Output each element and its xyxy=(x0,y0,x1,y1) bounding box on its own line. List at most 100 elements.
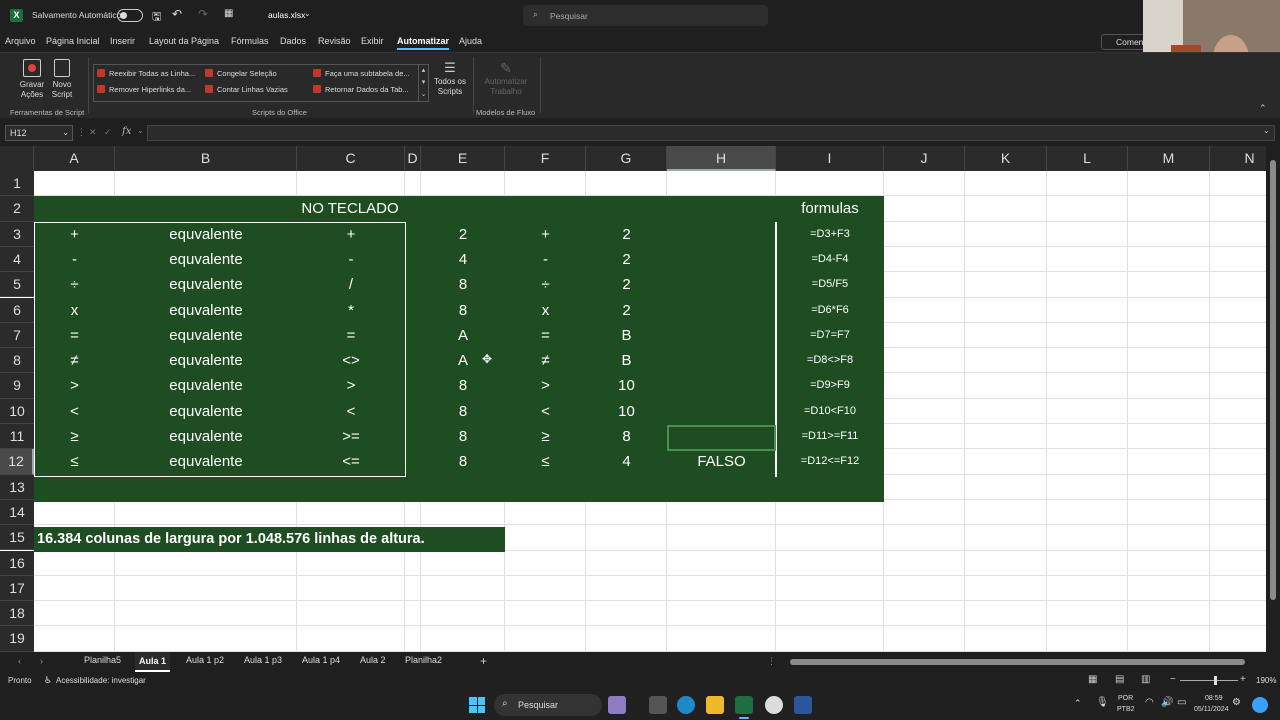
record-actions-button[interactable]: Gravar Ações xyxy=(19,59,45,100)
row-header-4[interactable]: 4 xyxy=(0,246,34,273)
cell-op2[interactable]: ≠ xyxy=(505,348,586,373)
column-header-f[interactable]: F xyxy=(505,146,586,171)
cell-right[interactable]: 2 xyxy=(586,272,667,297)
zoom-level[interactable]: 190% xyxy=(1256,676,1276,685)
cell-right[interactable]: 2 xyxy=(586,247,667,272)
script-item-1[interactable]: Congelar Seleção xyxy=(205,69,277,78)
script-item-4[interactable]: Contar Linhas Vazias xyxy=(205,85,288,94)
zoom-out-icon[interactable]: − xyxy=(1170,674,1176,685)
cell-formula[interactable]: =D12<=F12 xyxy=(776,449,884,474)
sheet-tab-aula1p2[interactable]: Aula 1 p2 xyxy=(186,655,224,665)
sheet-tab-aula2[interactable]: Aula 2 xyxy=(360,655,386,665)
file-explorer-icon[interactable] xyxy=(706,696,724,714)
add-sheet-icon[interactable]: + xyxy=(480,654,487,668)
menu-exibir[interactable]: Exibir xyxy=(361,36,384,46)
file-name[interactable]: aulas.xlsx xyxy=(268,10,305,20)
column-header-h[interactable]: H xyxy=(667,146,776,171)
script-item-3[interactable]: Remover Hiperlinks da... xyxy=(97,85,191,94)
row-header-19[interactable]: 19 xyxy=(0,626,34,652)
cell-left[interactable]: 8 xyxy=(421,272,505,297)
tab-prev-icon[interactable]: ‹ xyxy=(18,656,21,666)
row-header-17[interactable]: 17 xyxy=(0,575,34,602)
sheet-tab-planilha5[interactable]: Planilha5 xyxy=(84,655,121,665)
cell-left[interactable]: 8 xyxy=(421,399,505,424)
scroll-thumb[interactable] xyxy=(790,659,1245,665)
copilot-icon[interactable] xyxy=(1252,697,1268,713)
cell-right[interactable]: 2 xyxy=(586,298,667,323)
cell-result[interactable] xyxy=(667,298,776,323)
name-box[interactable]: H12 ⌄ xyxy=(5,125,73,141)
cell-formula[interactable]: =D4-F4 xyxy=(776,247,884,272)
cell-op2[interactable]: - xyxy=(505,247,586,272)
column-header-k[interactable]: K xyxy=(965,146,1047,171)
cell-left[interactable]: 2 xyxy=(421,222,505,247)
chrome-icon[interactable] xyxy=(765,696,783,714)
row-header-18[interactable]: 18 xyxy=(0,601,34,627)
collapse-ribbon-icon[interactable]: ⌃ xyxy=(1259,103,1267,114)
column-header-m[interactable]: M xyxy=(1128,146,1210,171)
keyboard-code[interactable]: PTB2 xyxy=(1117,706,1135,713)
excel-taskbar-icon[interactable] xyxy=(735,696,753,714)
row-header-11[interactable]: 11 xyxy=(0,424,34,450)
cell-formula[interactable]: =D6*F6 xyxy=(776,298,884,323)
clock-date[interactable]: 05/11/2024 xyxy=(1194,706,1229,713)
sheet-tab-aula1p3[interactable]: Aula 1 p3 xyxy=(244,655,282,665)
column-header-i[interactable]: I xyxy=(776,146,884,171)
row-header-9[interactable]: 9 xyxy=(0,373,34,399)
formula-input[interactable] xyxy=(147,125,1275,141)
row-header-2[interactable]: 2 xyxy=(0,196,34,222)
menu-inserir[interactable]: Inserir xyxy=(110,36,135,46)
column-header-a[interactable]: A xyxy=(34,146,115,171)
redo-icon[interactable]: ↷ xyxy=(198,7,208,21)
menu-pagina-inicial[interactable]: Página Inicial xyxy=(46,36,100,46)
cell-op2[interactable]: ≥ xyxy=(505,424,586,449)
row-header-8[interactable]: 8 xyxy=(0,348,34,374)
script-item-0[interactable]: Reexibir Todas as Linha... xyxy=(97,69,195,78)
cell-formula[interactable]: =D10<F10 xyxy=(776,399,884,424)
row-header-12[interactable]: 12 xyxy=(0,449,34,475)
save-icon[interactable]: 🖫 xyxy=(152,8,161,27)
word-icon[interactable] xyxy=(794,696,812,714)
cell-op2[interactable]: ÷ xyxy=(505,272,586,297)
cell-right[interactable]: 2 xyxy=(586,222,667,247)
column-header-b[interactable]: B xyxy=(115,146,297,171)
cell-op2[interactable]: > xyxy=(505,373,586,398)
page-layout-icon[interactable]: ▤ xyxy=(1115,674,1124,685)
cell-left[interactable]: 8 xyxy=(421,298,505,323)
row-header-7[interactable]: 7 xyxy=(0,322,34,349)
zoom-slider[interactable] xyxy=(1180,676,1238,685)
tray-chevron-icon[interactable]: ⌃ xyxy=(1074,698,1082,709)
cell-left[interactable]: 4 xyxy=(421,247,505,272)
zoom-in-icon[interactable]: + xyxy=(1240,674,1246,685)
cell-result[interactable]: FALSO xyxy=(667,449,776,474)
cell-right[interactable]: 4 xyxy=(586,449,667,474)
sheet-tab-aula1[interactable]: Aula 1 xyxy=(135,652,171,672)
column-header-e[interactable]: E xyxy=(421,146,505,171)
row-header-10[interactable]: 10 xyxy=(0,398,34,424)
cell-right[interactable]: 10 xyxy=(586,373,667,398)
vertical-scrollbar[interactable] xyxy=(1266,146,1280,652)
all-scripts-button[interactable]: ☰ Todos os Scripts xyxy=(432,59,468,97)
cell-result[interactable] xyxy=(667,247,776,272)
script-item-5[interactable]: Retornar Dados da Tab... xyxy=(313,85,409,94)
autosave-toggle[interactable] xyxy=(117,9,143,22)
new-script-button[interactable]: Novo Script xyxy=(50,59,74,100)
column-header-d[interactable]: D xyxy=(405,146,421,171)
cancel-icon[interactable]: ✕ xyxy=(89,127,97,138)
gallery-scroll[interactable]: ▴ ▾ ⌄ xyxy=(418,65,428,101)
wifi-icon[interactable]: ◠ xyxy=(1145,697,1154,708)
scroll-thumb[interactable] xyxy=(1270,160,1276,600)
clock-time[interactable]: 08:59 xyxy=(1205,695,1223,702)
row-header-3[interactable]: 3 xyxy=(0,221,34,247)
menu-automatizar[interactable]: Automatizar xyxy=(397,36,450,50)
row-header-14[interactable]: 14 xyxy=(0,499,34,526)
cell-result[interactable] xyxy=(667,222,776,247)
menu-formulas[interactable]: Fórmulas xyxy=(231,36,269,46)
widgets-icon[interactable] xyxy=(608,696,626,714)
column-header-g[interactable]: G xyxy=(586,146,667,171)
undo-icon[interactable]: ↶ xyxy=(172,7,182,21)
menu-dados[interactable]: Dados xyxy=(280,36,306,46)
mic-icon[interactable]: 🎙 xyxy=(1096,697,1109,708)
function-icon[interactable]: fx xyxy=(122,126,131,137)
language-code[interactable]: POR xyxy=(1118,695,1133,702)
